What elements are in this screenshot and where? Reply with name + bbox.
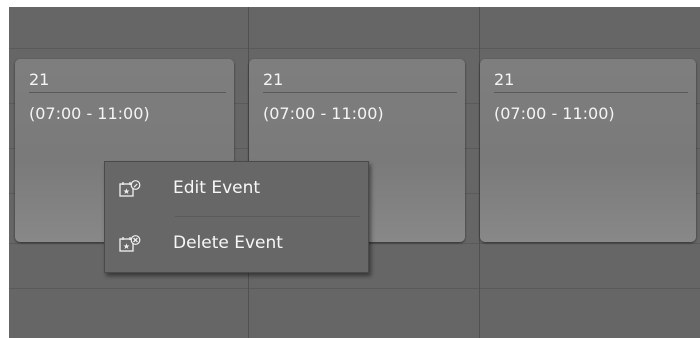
edit-event-menu-item[interactable]: ★ Edit Event	[105, 162, 368, 216]
calendar-delete-icon: ★	[119, 235, 141, 253]
event-time: (07:00 - 11:00)	[29, 104, 150, 123]
context-menu: ★ Edit Event ★ Delete Event	[104, 161, 369, 273]
event-time: (07:00 - 11:00)	[263, 104, 384, 123]
event-time: (07:00 - 11:00)	[494, 104, 615, 123]
calendar-edit-icon: ★	[119, 180, 141, 198]
event-card[interactable]: 21 (07:00 - 11:00)	[480, 59, 696, 242]
event-title: 21	[494, 70, 688, 93]
edit-event-label: Edit Event	[173, 178, 261, 198]
svg-text:★: ★	[123, 187, 130, 196]
delete-event-menu-item[interactable]: ★ Delete Event	[105, 217, 368, 271]
event-title: 21	[263, 70, 457, 93]
delete-event-label: Delete Event	[173, 233, 283, 253]
event-title: 21	[29, 70, 226, 93]
grid-row-line	[9, 288, 700, 289]
svg-text:★: ★	[123, 242, 130, 251]
grid-row-line	[9, 48, 700, 49]
